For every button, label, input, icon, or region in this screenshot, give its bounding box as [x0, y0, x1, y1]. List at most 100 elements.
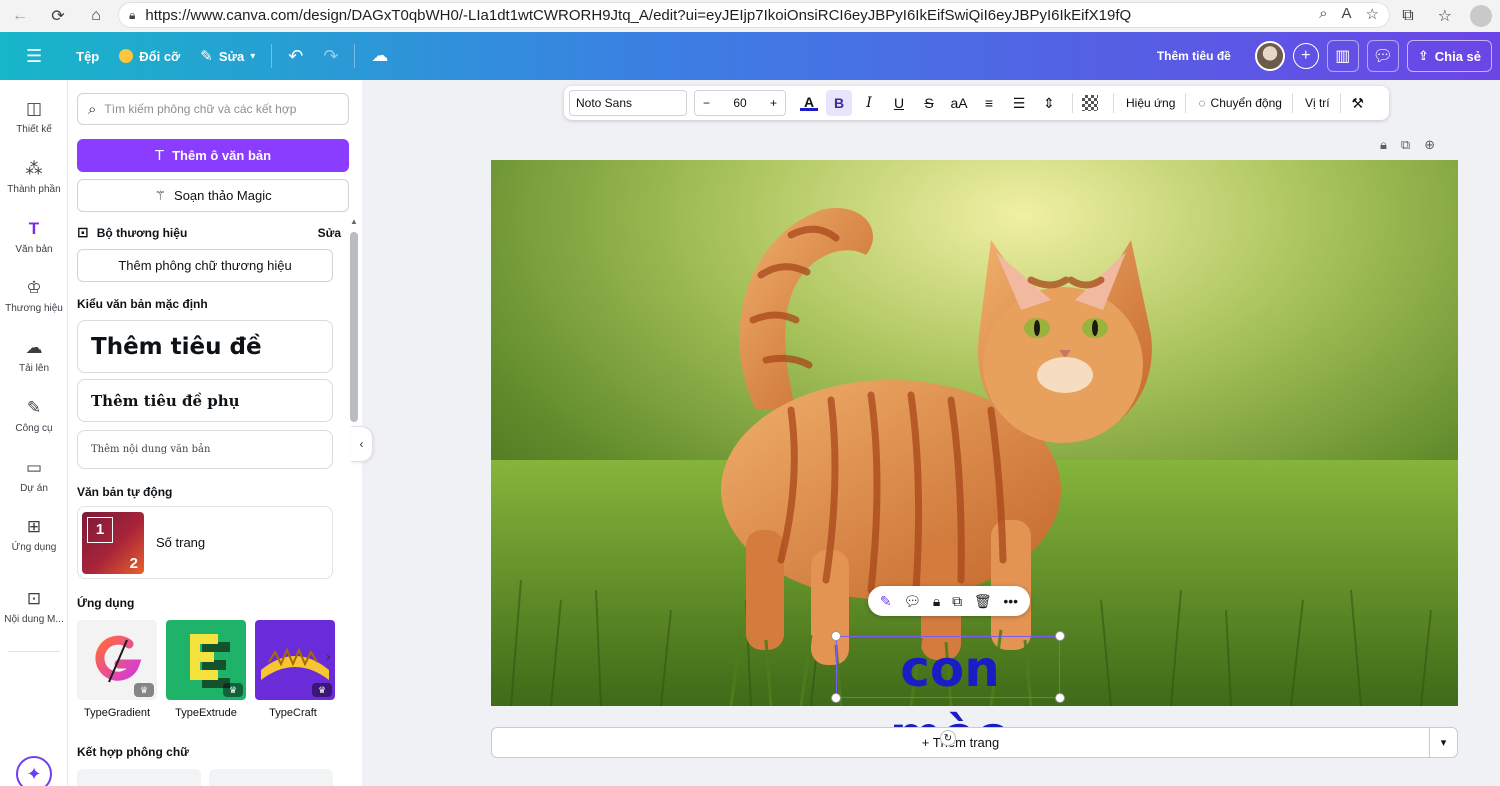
text-color-button[interactable]: A [796, 90, 822, 116]
lock-element-icon[interactable]: 🔒︎ [933, 593, 940, 610]
font-size-decrease-button[interactable]: − [703, 96, 710, 110]
analytics-button[interactable]: ▥ [1326, 40, 1359, 72]
extensions-icon[interactable]: ⧉ [1402, 7, 1413, 25]
panel-scrollbar[interactable] [350, 232, 358, 422]
magic-write-button[interactable]: ⚚ Soạn thảo Magic [77, 179, 349, 212]
typeextrude-app-tile[interactable]: ♛ [166, 620, 246, 700]
design-canvas[interactable] [491, 160, 1458, 706]
comment-icon: 💬︎ [1372, 48, 1393, 65]
font-combo-card[interactable] [77, 769, 201, 786]
spacing-button[interactable]: ⇕ [1036, 90, 1062, 116]
delete-icon[interactable]: 🗑︎ [974, 593, 992, 610]
back-icon[interactable]: ← [6, 2, 34, 30]
more-options-icon[interactable]: ••• [1003, 593, 1018, 609]
read-aloud-icon[interactable]: A [1342, 5, 1352, 23]
duplicate-element-icon[interactable]: ⧉ [952, 593, 962, 610]
magic-edit-icon[interactable]: ✎ [880, 593, 892, 610]
subheading-style-card[interactable]: Thêm tiêu đề phụ [77, 379, 333, 422]
text-color-swatch [800, 107, 818, 111]
rail-item-magic-media[interactable]: ⊡ Nội dung M... [0, 588, 68, 625]
caption-selection-box[interactable] [836, 636, 1060, 698]
address-bar[interactable]: 🔒︎ https://www.canva.com/design/DAGxT0qb… [118, 2, 1390, 28]
add-comment-icon[interactable]: 💬︎ [903, 593, 921, 610]
font-combinations-title: Kết hợp phông chữ [77, 745, 189, 759]
strikethrough-button[interactable]: S [916, 90, 942, 116]
rotate-icon: ↻ [943, 732, 953, 744]
font-size-value[interactable]: 60 [733, 96, 746, 110]
duplicate-page-icon[interactable]: ⧉ [1401, 137, 1410, 153]
lock-page-icon[interactable]: 🔒︎ [1380, 137, 1387, 153]
letter-case-button[interactable]: aA [946, 90, 972, 116]
font-size-increase-button[interactable]: + [770, 96, 777, 110]
apps-next-arrow-icon[interactable]: › [326, 648, 331, 664]
editor-header: ☰ Tệp Đổi cỡ ✎ Sửa ▾ ↶ ↷ ☁ Thêm tiêu đề + … [0, 32, 1500, 80]
redo-button[interactable]: ↷ [313, 39, 348, 73]
heading-style-card[interactable]: Thêm tiêu đề [77, 320, 333, 373]
scroll-up-arrow-icon[interactable]: ▲ [350, 217, 358, 226]
rail-item-apps[interactable]: ⊞ Ứng dụng [0, 516, 68, 553]
avatar[interactable] [1254, 41, 1285, 71]
rail-item-elements[interactable]: ⁂ Thành phần [0, 158, 68, 195]
collapse-panel-button[interactable]: ‹ [351, 426, 373, 462]
underline-button[interactable]: U [886, 90, 912, 116]
rail-item-brand[interactable]: ♔ Thương hiệu [0, 277, 68, 314]
resize-button[interactable]: Đổi cỡ [109, 39, 190, 73]
comments-button[interactable]: 💬︎ [1366, 40, 1399, 72]
zoom-icon[interactable]: ⌕ [1319, 5, 1327, 23]
add-page-options-button[interactable]: ▾ [1430, 727, 1458, 758]
add-page-icon[interactable]: ⊕ [1424, 137, 1435, 153]
brand-edit-link[interactable]: Sửa [318, 226, 341, 240]
align-center-icon: ≡ [984, 95, 994, 111]
rail-item-text[interactable]: T Văn bản [0, 218, 68, 255]
resize-handle-tl[interactable] [831, 631, 841, 641]
rotate-handle[interactable]: ↻ [940, 730, 956, 746]
resize-handle-bl[interactable] [831, 693, 841, 703]
add-brand-fonts-button[interactable]: Thêm phông chữ thương hiệu [77, 249, 333, 282]
body-style-card[interactable]: Thêm nội dung văn bản [77, 430, 333, 469]
rail-item-design[interactable]: ◫ Thiết kế [0, 98, 68, 135]
dynamic-text-title: Văn bản tự động [77, 485, 173, 499]
font-size-stepper: − 60 + [694, 90, 786, 116]
profile-icon[interactable] [1470, 5, 1492, 27]
add-page-button[interactable]: + Thêm trang [491, 727, 1430, 758]
design-title[interactable]: Thêm tiêu đề [1157, 49, 1231, 63]
add-textbox-button[interactable]: T Thêm ô văn bản [77, 139, 349, 172]
letter-case-icon: aA [950, 95, 968, 111]
list-button[interactable]: ☰ [1006, 90, 1032, 116]
resize-handle-tr[interactable] [1055, 631, 1065, 641]
rail-item-tools[interactable]: ✎ Công cụ [0, 397, 68, 434]
copy-style-button[interactable]: ⚒ [1345, 90, 1371, 116]
rail-item-uploads[interactable]: ☁ Tải lên [0, 337, 68, 374]
bold-button[interactable]: B [826, 90, 852, 116]
font-family-select[interactable]: Noto Sans [569, 90, 687, 116]
font-combo-card[interactable] [209, 769, 333, 786]
reload-icon[interactable]: ⟳ [44, 2, 72, 30]
font-search-input[interactable] [104, 102, 335, 116]
save-status-button[interactable]: ☁ [361, 39, 398, 73]
add-collaborator-button[interactable]: + [1292, 43, 1319, 69]
default-styles-title: Kiểu văn bản mặc định [77, 297, 208, 311]
resize-handle-br[interactable] [1055, 693, 1065, 703]
page-numbers-card[interactable]: 1 2 Số trang [77, 506, 333, 579]
rail-item-projects[interactable]: ▭ Dự án [0, 457, 68, 494]
italic-button[interactable]: I [856, 90, 882, 116]
home-icon[interactable]: ⌂ [82, 2, 110, 30]
typecraft-app-tile[interactable]: ♛ [255, 620, 335, 700]
animate-button[interactable]: ◌ Chuyển động [1198, 96, 1282, 110]
share-button[interactable]: ⇪ Chia sẻ [1406, 40, 1492, 72]
text-color-icon: A [803, 93, 815, 110]
effects-button[interactable]: Hiệu ứng [1126, 96, 1175, 110]
undo-button[interactable]: ↶ [278, 39, 313, 73]
edit-mode-button[interactable]: ✎ Sửa ▾ [190, 39, 265, 73]
align-button[interactable]: ≡ [976, 90, 1002, 116]
magic-assistant-button[interactable]: ✦ [16, 756, 52, 786]
divider [271, 44, 273, 68]
favorites-icon[interactable]: ☆ [1438, 6, 1452, 26]
main-menu-button[interactable]: ☰ [16, 39, 52, 73]
transparency-button[interactable] [1077, 90, 1103, 116]
typegradient-app-tile[interactable]: ♛ [77, 620, 157, 700]
favorite-star-icon[interactable]: ☆ [1366, 5, 1379, 23]
file-menu-button[interactable]: Tệp [66, 39, 109, 73]
position-button[interactable]: Vị trí [1305, 96, 1330, 110]
brand-kit-icon: ⊡ [77, 224, 89, 240]
